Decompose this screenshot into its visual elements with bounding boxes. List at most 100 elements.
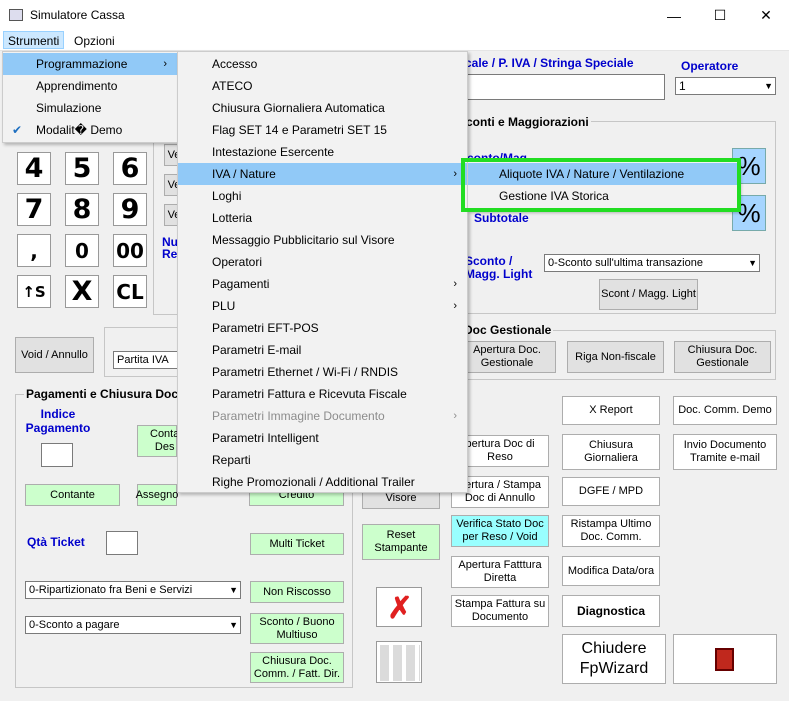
close-button[interactable]: ✕ [743, 0, 789, 31]
non-riscosso-button[interactable]: Non Riscosso [250, 581, 344, 603]
menu-item-simulazione[interactable]: Simulazione [3, 97, 177, 119]
x-report-button[interactable]: X Report [562, 396, 660, 425]
menu-item-ateco[interactable]: ATECO [178, 75, 467, 97]
menu-item-intestazione-esercente[interactable]: Intestazione Esercente [178, 141, 467, 163]
menu-item-modalita-demo[interactable]: ✔ Modalit� Demo [3, 119, 177, 141]
menu-item-label: Loghi [212, 189, 242, 203]
key-6[interactable]: 6 [113, 152, 147, 185]
maximize-button[interactable]: ☐ [697, 0, 743, 31]
menu-item-pagamenti[interactable]: Pagamenti › [178, 273, 467, 295]
void-button[interactable]: Void / Annullo [15, 337, 94, 373]
menu-item-parametri-intelligent[interactable]: Parametri Intelligent [178, 427, 467, 449]
sconto-light-label: Sconto / Magg. Light [465, 254, 533, 281]
doc-gestionale-group: Doc Gestionale Apertura Doc. Gestionale … [452, 323, 776, 380]
riga-non-fiscale-button[interactable]: Riga Non-fiscale [567, 341, 664, 373]
door-icon [715, 648, 734, 671]
menu-item-label: Simulazione [36, 101, 102, 115]
key-multiply[interactable]: X [65, 275, 99, 308]
key-8[interactable]: 8 [65, 193, 99, 226]
menu-item-operatori[interactable]: Operatori [178, 251, 467, 273]
key-clear[interactable]: CL [113, 275, 147, 308]
operatore-value: 1 [679, 79, 686, 93]
chevron-right-icon: › [163, 58, 167, 70]
qta-ticket-input[interactable] [106, 531, 138, 555]
menu-item-parametri-fattura-e-ricevuta-fiscale[interactable]: Parametri Fattura e Ricevuta Fiscale [178, 383, 467, 405]
menu-strumenti[interactable]: Strumenti [3, 31, 65, 49]
multi-ticket-button[interactable]: Multi Ticket [250, 533, 344, 555]
menu-item-messaggio-pubblicitario-sul-visore[interactable]: Messaggio Pubblicitario sul Visore [178, 229, 467, 251]
window-title: Simulatore Cassa [30, 8, 125, 22]
menu-item-label: Pagamenti [212, 277, 270, 291]
chiusura-doc-gestionale-button[interactable]: Chiusura Doc. Gestionale [674, 341, 771, 373]
chiusura-doc-comm-button[interactable]: Chiusura Doc. Comm. / Fatt. Dir. [250, 652, 344, 683]
operatore-select[interactable]: 1 ▼ [675, 77, 776, 95]
assegno-button[interactable]: Assegno [136, 484, 178, 506]
key-00[interactable]: 00 [113, 234, 147, 267]
chiudere-button[interactable]: Chiudere FpWizard [562, 634, 666, 684]
verifica-stato-button[interactable]: Verifica Stato Doc per Reso / Void [451, 515, 549, 547]
key-7[interactable]: 7 [17, 193, 51, 226]
menu-item-accesso[interactable]: Accesso [178, 53, 467, 75]
key-0[interactable]: 0 [65, 234, 99, 267]
reset-stampante-button[interactable]: Reset Stampante [362, 524, 440, 560]
diagnostica-button[interactable]: Diagnostica [562, 595, 660, 627]
menu-item-parametri-eft-pos[interactable]: Parametri EFT-POS [178, 317, 467, 339]
sconto-light-button[interactable]: Scont / Magg. Light [599, 279, 698, 310]
doc-comm-demo-button[interactable]: Doc. Comm. Demo [673, 396, 777, 425]
subtotale-label: Subtotale [474, 211, 529, 225]
chevron-down-icon: ▼ [229, 585, 238, 595]
menu-item-parametri-immagine-documento[interactable]: Parametri Immagine Documento › [178, 405, 467, 427]
stampa-fattura-button[interactable]: Stampa Fattura su Documento [451, 595, 549, 627]
menu-item-label: Messaggio Pubblicitario sul Visore [212, 233, 395, 247]
exit-door-button[interactable] [673, 634, 777, 684]
dgfe-button[interactable]: DGFE / MPD [562, 477, 660, 506]
menu-strumenti-popup: Programmazione › Apprendimento Simulazio… [2, 51, 178, 143]
indice-input[interactable] [41, 443, 73, 467]
menu-item-parametri-ethernet-wi-fi-rndis[interactable]: Parametri Ethernet / Wi-Fi / RNDIS [178, 361, 467, 383]
menu-opzioni[interactable]: Opzioni [70, 31, 119, 51]
calculator-disabled-icon[interactable]: ✗ [376, 587, 422, 627]
menu-item-righe-promozionali-additional-trailer[interactable]: Righe Promozionali / Additional Trailer [178, 471, 467, 493]
contante-desc-button[interactable]: Conta Des [137, 425, 179, 457]
menu-item-parametri-e-mail[interactable]: Parametri E-mail [178, 339, 467, 361]
key-9[interactable]: 9 [113, 193, 147, 226]
cf-input[interactable] [465, 74, 665, 100]
key-comma[interactable]: , [17, 234, 51, 267]
sconto-select[interactable]: 0-Sconto sull'ultima transazione ▼ [544, 254, 760, 272]
partita-iva-value: Partita IVA [117, 354, 169, 366]
calculator-icon[interactable] [376, 641, 422, 683]
minimize-button[interactable]: — [651, 0, 697, 31]
ristampa-button[interactable]: Ristampa Ultimo Doc. Comm. [562, 515, 660, 547]
indice-label: Indice Pagamento [25, 407, 91, 435]
partita-iva-select[interactable]: Partita IVA [113, 351, 178, 369]
key-4[interactable]: 4 [17, 152, 51, 185]
key-5[interactable]: 5 [65, 152, 99, 185]
cf-label: cale / P. IVA / Stringa Speciale [465, 56, 634, 70]
contante-button[interactable]: Contante [25, 484, 120, 506]
menu-item-label: IVA / Nature [212, 167, 276, 181]
menu-item-iva-nature[interactable]: IVA / Nature › [178, 163, 467, 185]
menu-item-plu[interactable]: PLU › [178, 295, 467, 317]
pagamenti-title: Pagamenti e Chiusura Doc [24, 387, 181, 401]
menu-item-reparti[interactable]: Reparti [178, 449, 467, 471]
key-shift[interactable]: ↑S [17, 275, 51, 308]
apertura-fattura-button[interactable]: Apertura Fatttura Diretta [451, 556, 549, 588]
menu-item-chiusura-giornaliera-automatica[interactable]: Chiusura Giornaliera Automatica [178, 97, 467, 119]
ripartizionato-select[interactable]: 0-Ripartizionato fra Beni e Servizi ▼ [25, 581, 241, 599]
modifica-data-button[interactable]: Modifica Data/ora [562, 556, 660, 586]
chiusura-giornaliera-button[interactable]: Chiusura Giornaliera [562, 434, 660, 470]
menu-item-programmazione[interactable]: Programmazione › [3, 53, 177, 75]
menu-item-flag-set-14-e-parametri-set-15[interactable]: Flag SET 14 e Parametri SET 15 [178, 119, 467, 141]
menu-item-label: Righe Promozionali / Additional Trailer [212, 475, 415, 489]
apertura-doc-gestionale-button[interactable]: Apertura Doc. Gestionale [458, 341, 556, 373]
menu-item-apprendimento[interactable]: Apprendimento [3, 75, 177, 97]
sconto-buono-button[interactable]: Sconto / Buono Multiuso [250, 613, 344, 644]
sconto-pagare-select[interactable]: 0-Sconto a pagare ▼ [25, 616, 241, 634]
menu-item-label: Operatori [212, 255, 263, 269]
check-icon: ✔ [12, 123, 23, 137]
menu-item-lotteria[interactable]: Lotteria [178, 207, 467, 229]
menu-item-loghi[interactable]: Loghi [178, 185, 467, 207]
doc-gestionale-title: Doc Gestionale [462, 323, 554, 337]
invio-documento-button[interactable]: Invio Documento Tramite e-mail [673, 434, 777, 470]
menu-programmazione-popup: Accesso ATECO Chiusura Giornaliera Automat… [177, 51, 468, 493]
